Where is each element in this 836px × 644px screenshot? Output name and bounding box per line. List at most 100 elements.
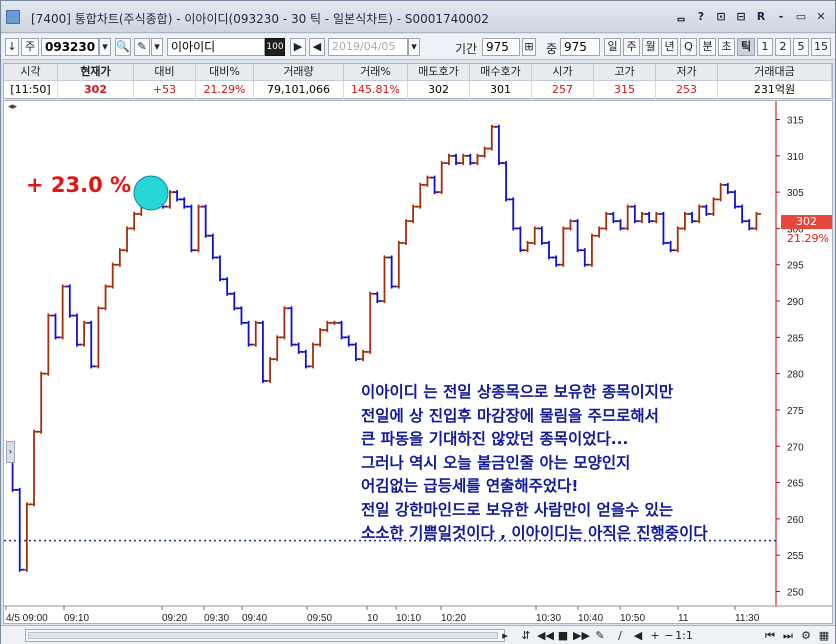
y-tick-label: 265: [787, 479, 804, 490]
cell-bid: 301: [470, 81, 532, 99]
period-lock-icon[interactable]: ⊞: [522, 38, 536, 56]
interval-tick[interactable]: 틱: [737, 38, 755, 56]
interval-second[interactable]: 초: [718, 38, 735, 56]
plus-icon[interactable]: +: [649, 628, 661, 643]
col-header-time: 시각: [4, 64, 58, 81]
date-dropdown-icon[interactable]: ▾: [408, 38, 420, 56]
x-tick-label: 11: [678, 613, 689, 623]
title-bar: [7400] 통합차트(주식종합) - 이아이디(093230 - 30 틱 -…: [1, 1, 835, 33]
chart-memo: 이아이디 는 전일 상종목으로 보유한 종목이지만 전일에 상 진입후 마감장에…: [361, 381, 781, 546]
first-page-icon[interactable]: ⏮: [763, 628, 777, 643]
minimize-icon[interactable]: -: [773, 9, 789, 25]
play-icon[interactable]: ▶: [290, 38, 306, 56]
x-tick-label: 09:50: [307, 613, 332, 623]
code-input[interactable]: 093230: [41, 38, 99, 56]
grid-icon[interactable]: ▦: [817, 628, 831, 643]
last-page-icon[interactable]: ⏭: [781, 628, 795, 643]
app-window: [7400] 통합차트(주식종합) - 이아이디(093230 - 30 틱 -…: [0, 0, 836, 644]
back-icon[interactable]: ◀: [309, 38, 325, 56]
x-tick-label: 11:30: [735, 613, 760, 623]
gain-annotation: + 23.0 %: [26, 173, 132, 197]
zoom-out-icon[interactable]: ◀: [631, 628, 645, 643]
screen-icon[interactable]: ⊡: [713, 9, 729, 25]
settings-icon[interactable]: ⚙: [799, 628, 813, 643]
app-icon: [6, 10, 20, 24]
interval-2[interactable]: 2: [775, 38, 791, 56]
rewind-icon[interactable]: ◀◀: [537, 628, 554, 643]
col-header-bid: 매수호가: [470, 64, 532, 81]
period-input[interactable]: 975: [482, 38, 520, 56]
period-label: 기간: [455, 42, 478, 56]
y-tick-label: 270: [787, 442, 804, 453]
col-header-high: 고가: [594, 64, 656, 81]
scroll-right-icon[interactable]: ▸: [499, 628, 511, 643]
minus-icon[interactable]: −: [663, 628, 675, 643]
col-header-change-pct: 대비%: [196, 64, 254, 81]
x-tick-label: 09:20: [162, 613, 187, 623]
cell-change-pct: 21.29%: [196, 81, 254, 99]
chart-scrollbar[interactable]: [25, 629, 505, 642]
interval-month[interactable]: 월: [642, 38, 659, 56]
menu-icon[interactable]: ᆷ: [673, 9, 689, 25]
code-dropdown-icon[interactable]: ▾: [99, 38, 111, 56]
cursor-icon[interactable]: ⇵: [519, 628, 533, 643]
scroll-thumb[interactable]: [28, 632, 498, 639]
side-panel-toggle[interactable]: ›: [6, 441, 15, 463]
date-field[interactable]: 2019/04/05: [328, 38, 408, 56]
mid-input[interactable]: 975: [560, 38, 600, 56]
search-icon[interactable]: 🔍: [115, 38, 131, 56]
cell-change: +53: [134, 81, 196, 99]
interval-week[interactable]: 주: [623, 38, 640, 56]
col-header-low: 저가: [656, 64, 718, 81]
memo-line: 이아이디 는 전일 상종목으로 보유한 종목이지만: [361, 383, 674, 401]
stock-name-field[interactable]: 이아이디: [167, 38, 265, 56]
interval-15[interactable]: 15: [811, 38, 831, 56]
cell-volume: 79,101,066: [254, 81, 344, 99]
col-header-value: 거래대금: [718, 64, 832, 81]
chart-area[interactable]: 250 255 260 265 270 275 280 285 290 295 300 305 310 3…: [3, 100, 833, 624]
stop-icon[interactable]: ■: [557, 628, 569, 643]
link-icon[interactable]: ⊟: [733, 9, 749, 25]
cell-volume-pct: 145.81%: [344, 81, 408, 99]
edit-dropdown-icon[interactable]: ▾: [151, 38, 163, 56]
forward-icon[interactable]: ▶▶: [573, 628, 590, 643]
current-price-tag: 302: [781, 215, 832, 229]
maximize-icon[interactable]: ▭: [793, 9, 809, 25]
col-header-open: 시가: [532, 64, 594, 81]
interval-quarter[interactable]: Q: [680, 38, 697, 56]
y-tick-label: 305: [787, 188, 804, 199]
ratio-label: 1:1: [675, 629, 693, 642]
x-tick-label: 10:50: [620, 613, 645, 623]
down-arrow-button[interactable]: ↓: [5, 38, 19, 56]
cell-time: [11:50]: [4, 81, 58, 99]
x-tick-label: 09:30: [204, 613, 229, 623]
y-tick-label: 255: [787, 551, 804, 562]
interval-1[interactable]: 1: [757, 38, 773, 56]
help-icon[interactable]: ?: [693, 9, 709, 25]
cell-ask: 302: [408, 81, 470, 99]
interval-5[interactable]: 5: [793, 38, 809, 56]
count-badge: 100: [265, 38, 285, 56]
y-tick-label: 315: [787, 116, 804, 127]
y-tick-label: 285: [787, 333, 804, 344]
cell-high: 315: [594, 81, 656, 99]
chart-nav-arrows[interactable]: ◂▸: [8, 102, 17, 112]
bottom-bar: ▸ ⇵ ◀◀ ■ ▶▶ ✎ ∕ ◀ + − 1:1 ⏮ ⏭ ⚙ ▦: [1, 625, 835, 644]
interval-year[interactable]: 년: [661, 38, 678, 56]
interval-minute[interactable]: 분: [699, 38, 716, 56]
r-icon[interactable]: R: [753, 9, 769, 25]
chart-edit-icon[interactable]: ✎: [593, 628, 607, 643]
close-icon[interactable]: ✕: [813, 9, 829, 25]
y-tick-label: 280: [787, 370, 804, 381]
edit-icon[interactable]: ✎: [134, 38, 150, 56]
cell-low: 253: [656, 81, 718, 99]
y-tick-label: 310: [787, 152, 804, 163]
x-tick-label: 10: [367, 613, 379, 623]
memo-line: 소소한 기쁨일것이다 , 이아이디는 아직은 진행중이다: [361, 524, 708, 542]
x-tick-label: 10:40: [578, 613, 603, 623]
current-pct-tag: 21.29%: [787, 232, 829, 245]
market-type-button[interactable]: 주: [21, 38, 39, 56]
y-tick-label: 260: [787, 515, 804, 526]
draw-icon[interactable]: ∕: [613, 628, 627, 643]
interval-day[interactable]: 일: [604, 38, 621, 56]
